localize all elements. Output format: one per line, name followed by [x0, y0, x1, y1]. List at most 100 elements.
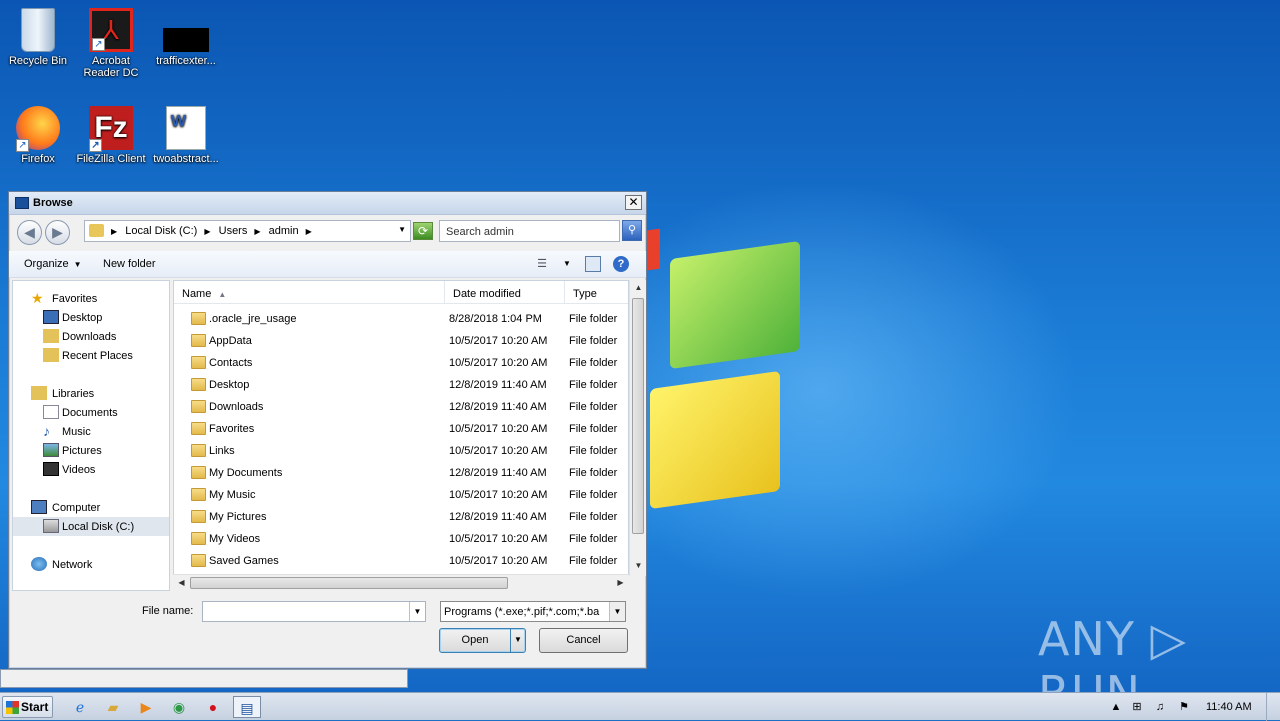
new-folder-button[interactable]: New folder: [103, 258, 156, 270]
chevron-right-icon[interactable]: ▶: [111, 227, 117, 236]
word-doc-icon: W: [166, 106, 206, 150]
nav-favorites[interactable]: ★ Favorites: [13, 289, 169, 308]
preview-pane-icon[interactable]: [585, 256, 601, 272]
scroll-up-icon[interactable]: ▲: [630, 280, 647, 296]
column-name[interactable]: Name ▲: [174, 281, 445, 303]
search-icon[interactable]: ⚲: [622, 220, 642, 241]
scroll-right-icon[interactable]: ▶: [612, 575, 629, 591]
column-name-label: Name: [182, 288, 212, 300]
folder-icon: [191, 312, 206, 325]
table-row[interactable]: My Videos 10/5/2017 10:20 AM File folder: [174, 528, 628, 550]
nav-downloads[interactable]: Downloads: [13, 327, 169, 346]
chevron-right-icon[interactable]: ▶: [204, 227, 210, 236]
organize-button[interactable]: Organize ▼: [24, 258, 82, 270]
breadcrumb-users[interactable]: Users: [219, 225, 248, 237]
nav-recent-places[interactable]: Recent Places: [13, 346, 169, 365]
address-bar[interactable]: ▶ Local Disk (C:) ▶ Users ▶ admin ▶ ▼: [84, 220, 411, 242]
browse-window-taskbar-button[interactable]: ▤: [233, 696, 261, 718]
windows-logo: [640, 228, 810, 510]
desktop-icon-filezilla[interactable]: Fz ↗ FileZilla Client: [73, 106, 149, 165]
chrome-icon[interactable]: ◉: [165, 696, 193, 718]
chevron-down-icon: ▼: [73, 260, 82, 269]
file-type-cell: File folder: [569, 445, 618, 457]
forward-button[interactable]: ▶: [45, 220, 70, 245]
folder-icon: [191, 466, 206, 479]
refresh-button[interactable]: ⟳: [413, 222, 433, 240]
table-row[interactable]: AppData 10/5/2017 10:20 AM File folder: [174, 330, 628, 352]
clock[interactable]: 11:40 AM: [1206, 701, 1252, 713]
show-desktop-button[interactable]: [1266, 693, 1280, 721]
file-name-input[interactable]: ▼: [202, 601, 426, 622]
nav-desktop[interactable]: Desktop: [13, 308, 169, 327]
scroll-down-icon[interactable]: ▼: [630, 558, 647, 574]
nav-documents[interactable]: Documents: [13, 403, 169, 422]
chevron-down-icon[interactable]: ▼: [398, 225, 406, 234]
windows-flag-icon: [6, 701, 19, 714]
title-bar[interactable]: Browse ✕: [9, 192, 646, 215]
nav-local-disk[interactable]: Local Disk (C:): [13, 517, 169, 536]
help-icon[interactable]: ?: [613, 256, 629, 272]
network-status-icon[interactable]: ⊞: [1129, 699, 1145, 715]
nav-computer[interactable]: Computer: [13, 498, 169, 517]
open-button[interactable]: Open ▼: [439, 628, 526, 653]
table-row[interactable]: Contacts 10/5/2017 10:20 AM File folder: [174, 352, 628, 374]
file-type-select[interactable]: Programs (*.exe;*.pif;*.com;*.ba ▼: [440, 601, 626, 622]
table-row[interactable]: Desktop 12/8/2019 11:40 AM File folder: [174, 374, 628, 396]
table-row[interactable]: .oracle_jre_usage 8/28/2018 1:04 PM File f…: [174, 308, 628, 330]
desktop-icon-twoabstract[interactable]: W twoabstract...: [148, 106, 224, 165]
nav-network[interactable]: Network: [13, 555, 169, 574]
table-row[interactable]: Links 10/5/2017 10:20 AM File folder: [174, 440, 628, 462]
internet-explorer-icon[interactable]: ℯ: [66, 696, 94, 718]
column-date-modified[interactable]: Date modified: [445, 281, 565, 303]
start-label: Start: [21, 700, 49, 714]
folder-icon: [191, 510, 206, 523]
volume-icon[interactable]: ♫: [1152, 699, 1168, 715]
scroll-left-icon[interactable]: ◀: [173, 575, 190, 591]
desktop-icon-acrobat[interactable]: ⅄ ↗ Acrobat Reader DC: [73, 8, 149, 79]
file-date-cell: 12/8/2019 11:40 AM: [449, 401, 547, 413]
chevron-down-icon[interactable]: ▼: [609, 602, 625, 621]
back-button[interactable]: ◀: [17, 220, 42, 245]
breadcrumb-admin[interactable]: admin: [269, 225, 299, 237]
view-options-icon[interactable]: ☰: [534, 256, 550, 272]
table-row[interactable]: Saved Games 10/5/2017 10:20 AM File folder: [174, 550, 628, 572]
table-row[interactable]: My Documents 12/8/2019 11:40 AM File folde…: [174, 462, 628, 484]
scroll-thumb[interactable]: [632, 298, 644, 534]
table-row[interactable]: My Music 10/5/2017 10:20 AM File folder: [174, 484, 628, 506]
desktop-icon-recycle-bin[interactable]: Recycle Bin: [0, 8, 76, 67]
action-center-flag-icon[interactable]: ⚑: [1176, 699, 1192, 715]
chevron-down-icon[interactable]: ▼: [510, 629, 525, 652]
chevron-down-icon[interactable]: ▼: [559, 256, 575, 272]
table-row[interactable]: Favorites 10/5/2017 10:20 AM File folder: [174, 418, 628, 440]
nav-music[interactable]: ♪ Music: [13, 422, 169, 441]
file-date-cell: 10/5/2017 10:20 AM: [449, 533, 548, 545]
column-type[interactable]: Type: [565, 281, 628, 303]
show-hidden-icons-icon[interactable]: ▲: [1108, 699, 1124, 715]
table-row[interactable]: Downloads 12/8/2019 11:40 AM File folder: [174, 396, 628, 418]
navigation-pane: ★ Favorites Desktop Downloads Recent Plac…: [12, 280, 170, 591]
media-player-icon[interactable]: ▶: [132, 696, 160, 718]
nav-libraries[interactable]: Libraries: [13, 384, 169, 403]
breadcrumb-local-disk[interactable]: Local Disk (C:): [125, 225, 197, 237]
table-row[interactable]: My Pictures 12/8/2019 11:40 AM File folder: [174, 506, 628, 528]
start-button[interactable]: Start: [2, 696, 53, 718]
desktop-icon-firefox[interactable]: ↗ Firefox: [0, 106, 76, 165]
cancel-button[interactable]: Cancel: [539, 628, 628, 653]
nav-pictures[interactable]: Pictures: [13, 441, 169, 460]
folder-icon: [191, 444, 206, 457]
desktop-icon-trafficexter[interactable]: trafficexter...: [148, 8, 224, 67]
file-explorer-icon[interactable]: ▰: [99, 696, 127, 718]
horizontal-scrollbar[interactable]: ◀ ▶: [173, 574, 629, 591]
chevron-right-icon[interactable]: ▶: [254, 227, 260, 236]
close-button[interactable]: ✕: [625, 195, 642, 210]
chevron-down-icon[interactable]: ▼: [409, 602, 425, 621]
search-input[interactable]: Search admin: [439, 220, 620, 242]
chevron-right-icon[interactable]: ▶: [306, 227, 312, 236]
vertical-scrollbar[interactable]: ▲ ▼: [629, 280, 646, 576]
scroll-thumb[interactable]: [190, 577, 508, 589]
opera-icon[interactable]: ●: [199, 696, 227, 718]
nav-label: Recent Places: [62, 350, 133, 362]
file-name-cell: My Videos: [209, 533, 261, 545]
nav-videos[interactable]: Videos: [13, 460, 169, 479]
file-type-cell: File folder: [569, 467, 618, 479]
